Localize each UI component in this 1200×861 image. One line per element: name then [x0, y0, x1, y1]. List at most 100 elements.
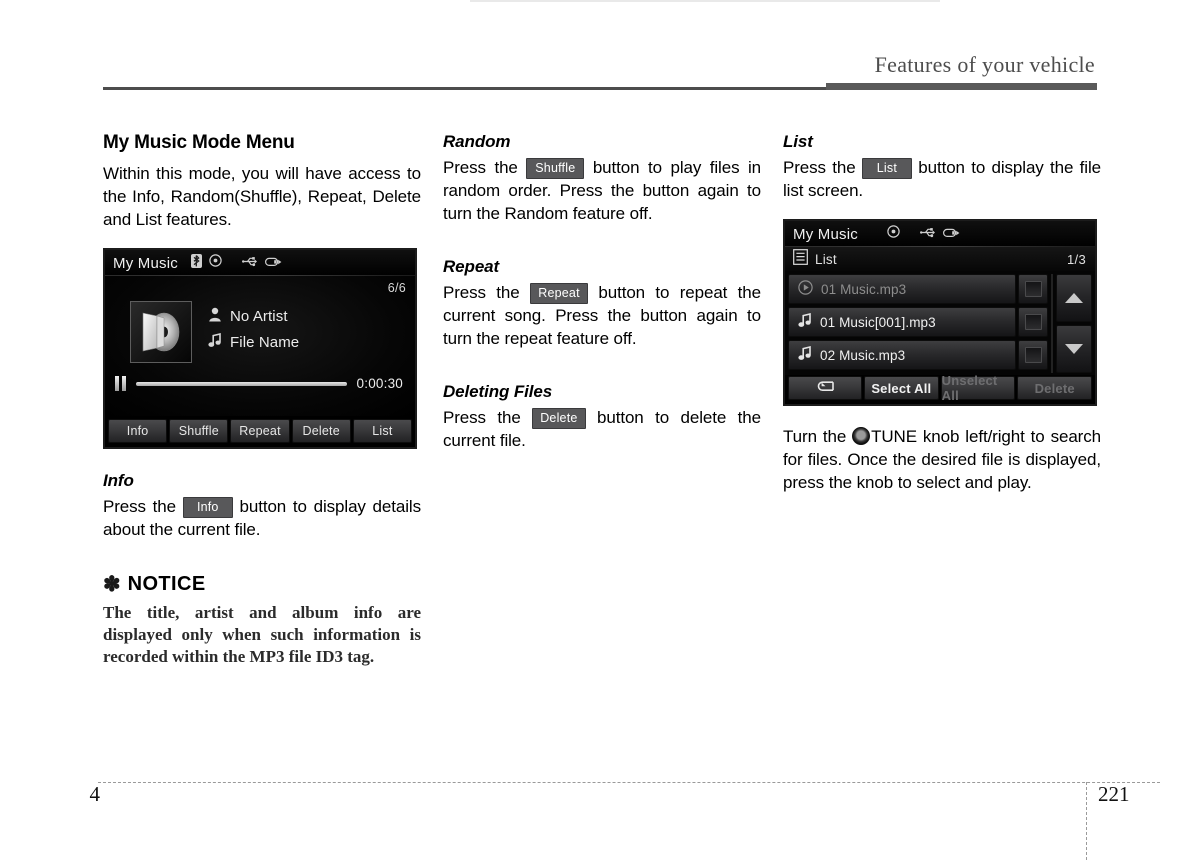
content-column-2: Random Press the Shuffle button to play … [443, 132, 761, 452]
player-button-shuffle[interactable]: Shuffle [169, 419, 229, 443]
bluetooth-icon [190, 253, 202, 273]
elapsed-time: 0:00:30 [356, 376, 403, 391]
deleting-text-before: Press the [443, 408, 521, 427]
list-button-select-all[interactable]: Select All [864, 376, 939, 400]
chapter-number: 4 [89, 782, 101, 806]
list-item-label: 01 Music.mp3 [821, 281, 907, 297]
repeat-text-before: Press the [443, 283, 520, 302]
subheading-repeat: Repeat [443, 257, 500, 276]
repeat-paragraph: Press the Repeat button to repeat the cu… [443, 281, 761, 350]
list-status-icons [887, 225, 960, 243]
intro-paragraph: Within this mode, you will have access t… [103, 164, 421, 229]
info-text-before: Press the [103, 497, 177, 516]
asterisk-icon: ✽ [103, 572, 121, 596]
tune-text-before: Turn the [783, 427, 847, 446]
my-music-list-screenshot: My Music List 1/3 01 Music.mp3 01 Music[… [783, 219, 1097, 406]
list-main-area: List 1/3 01 Music.mp3 01 Music[001].mp3 … [785, 247, 1095, 404]
content-column-1: My Music Mode Menu Within this mode, you… [103, 132, 421, 668]
file-name: File Name [230, 333, 300, 351]
list-button-bar: Select All Unselect All Delete [785, 373, 1095, 404]
deleting-paragraph: Press the Delete button to delete the cu… [443, 406, 761, 452]
list-text-before: Press the [783, 158, 856, 177]
list-item-label: 01 Music[001].mp3 [820, 314, 936, 330]
notice-title: NOTICE [127, 573, 206, 595]
list-item-checkbox[interactable] [1018, 274, 1048, 304]
artist-name: No Artist [230, 307, 288, 325]
list-scroll-controls [1051, 274, 1092, 373]
info-paragraph: Press the Info button to display details… [103, 495, 421, 541]
back-arrow-icon [814, 380, 836, 397]
section-heading-my-music-mode-menu: My Music Mode Menu [103, 132, 295, 153]
repeat-keycap[interactable]: Repeat [530, 283, 588, 304]
list-item-main[interactable]: 01 Music[001].mp3 [788, 307, 1016, 337]
shuffle-keycap[interactable]: Shuffle [526, 158, 585, 179]
notice-body: The title, artist and album info are dis… [103, 603, 421, 666]
player-button-list[interactable]: List [352, 419, 413, 443]
list-item-checkbox[interactable] [1018, 307, 1048, 337]
info-keycap[interactable]: Info [182, 497, 233, 518]
list-item-checkbox[interactable] [1018, 340, 1048, 370]
scroll-down-button[interactable] [1056, 325, 1092, 373]
list-item-main[interactable]: 02 Music.mp3 [788, 340, 1016, 370]
file-row: File Name [208, 329, 299, 355]
player-button-info[interactable]: Info [108, 419, 168, 443]
subheading-info: Info [103, 471, 134, 490]
ipod-icon [264, 254, 282, 272]
random-text-before: Press the [443, 158, 518, 177]
disc-icon [887, 225, 900, 243]
player-button-repeat[interactable]: Repeat [230, 419, 290, 443]
progress-bar[interactable] [136, 381, 347, 386]
player-screen-title: My Music [113, 254, 178, 272]
player-title-bar: My Music [105, 250, 415, 276]
music-note-icon [798, 345, 812, 364]
list-item[interactable]: 01 Music[001].mp3 [788, 307, 1048, 337]
tune-knob-icon [852, 427, 871, 445]
list-rows: 01 Music.mp3 01 Music[001].mp3 02 Music.… [788, 274, 1048, 373]
ipod-icon [942, 225, 960, 243]
list-item[interactable]: 02 Music.mp3 [788, 340, 1048, 370]
play-circle-icon [798, 280, 813, 298]
scan-artifact-top [470, 0, 940, 2]
subheading-list: List [783, 132, 813, 151]
usb-icon [919, 225, 936, 243]
page-indicator: 1/3 [1067, 251, 1086, 267]
tune-knob-label: TUNE [871, 427, 917, 446]
list-item-main[interactable]: 01 Music.mp3 [788, 274, 1016, 304]
footer-divider-horizontal [98, 782, 1160, 783]
chevron-up-icon [1065, 293, 1083, 303]
footer-divider-vertical [1086, 782, 1087, 860]
header-rule-thin [103, 87, 826, 90]
player-button-bar: Info Shuffle Repeat Delete List [105, 416, 415, 447]
disc-icon [209, 254, 222, 272]
list-paragraph: Press the List button to display the fil… [783, 156, 1101, 202]
list-button-unselect-all[interactable]: Unselect All [940, 373, 1016, 403]
music-note-icon [798, 312, 812, 331]
header-rule-thick [826, 83, 1097, 90]
page-title: Features of your vehicle [874, 52, 1095, 77]
scroll-up-button[interactable] [1056, 274, 1092, 322]
list-sub-bar: List 1/3 [785, 247, 1095, 271]
list-menu-icon [793, 248, 808, 270]
my-music-player-screenshot: My Music 6/6 No Artist File Name 0:00:30… [103, 248, 417, 449]
playback-progress-row: 0:00:30 [105, 376, 415, 391]
random-paragraph: Press the Shuffle button to play files i… [443, 156, 761, 225]
track-counter: 6/6 [387, 281, 406, 295]
list-body: 01 Music.mp3 01 Music[001].mp3 02 Music.… [785, 271, 1095, 375]
list-keycap[interactable]: List [861, 158, 912, 179]
list-button-delete[interactable]: Delete [1017, 376, 1093, 400]
list-screen-title: My Music [793, 225, 858, 243]
player-button-delete[interactable]: Delete [291, 419, 351, 443]
page-header: Features of your vehicle [103, 52, 1097, 92]
artist-row: No Artist [208, 303, 299, 329]
content-column-3: List Press the List button to display th… [783, 132, 1101, 494]
notice-heading: ✽ NOTICE [103, 573, 421, 596]
list-title-bar: My Music [785, 221, 1095, 247]
delete-keycap[interactable]: Delete [532, 408, 586, 429]
list-item-label: 02 Music.mp3 [820, 347, 906, 363]
usb-icon [241, 254, 258, 272]
pause-icon [115, 376, 126, 391]
list-item[interactable]: 01 Music.mp3 [788, 274, 1048, 304]
list-button-back[interactable] [788, 376, 862, 400]
page-number: 221 [1098, 782, 1130, 806]
person-icon [208, 307, 222, 326]
